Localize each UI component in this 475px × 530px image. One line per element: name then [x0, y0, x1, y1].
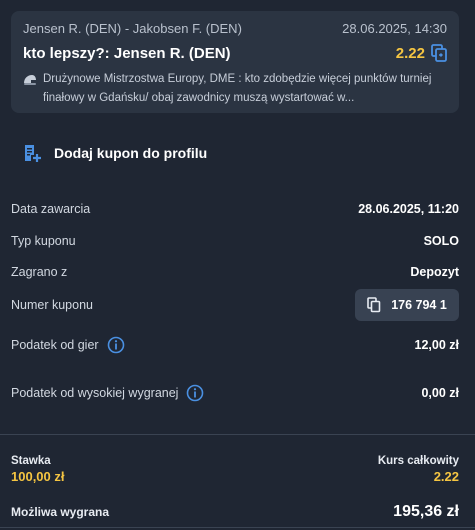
event-description: Drużynowe Mistrzostwa Europy, DME : kto …: [43, 73, 432, 104]
detail-row-date: Data zawarcia 28.06.2025, 11:20: [11, 202, 459, 216]
possible-win-row: Możliwa wygrana 195,36 zł: [11, 503, 459, 521]
type-label: Typ kuponu: [11, 234, 76, 248]
stake-group: Stawka 100,00 zł: [11, 455, 65, 484]
type-value: SOLO: [423, 234, 459, 248]
match-name: Jensen R. (DEN) - Jakobsen F. (DEN): [23, 21, 242, 36]
bet-selection-card: Jensen R. (DEN) - Jakobsen F. (DEN) 28.0…: [11, 11, 459, 113]
total-odds-group: Kurs całkowity 2.22: [378, 455, 459, 484]
detail-row-tax: Podatek od gier 12,00 zł: [11, 336, 459, 354]
played-from-label: Zagrano z: [11, 265, 68, 279]
high-win-tax-value: 0,00 zł: [421, 386, 459, 400]
high-win-tax-label-group: Podatek od wysokiej wygranej: [11, 384, 204, 402]
coupon-number-label: Numer kuponu: [11, 298, 93, 312]
copy-swap-icon[interactable]: [431, 44, 447, 62]
bet-selection-row: kto lepszy?: Jensen R. (DEN) 2.22: [23, 44, 447, 62]
info-icon[interactable]: [107, 336, 125, 354]
match-datetime: 28.06.2025, 14:30: [342, 21, 447, 36]
coupon-number-value: 176 794 1: [391, 298, 447, 312]
copy-coupon-number-button[interactable]: 176 794 1: [355, 289, 459, 321]
total-odds-value: 2.22: [433, 469, 459, 484]
add-to-list-icon: [25, 145, 41, 162]
tax-value: 12,00 zł: [414, 338, 459, 352]
bet-header-row: Jensen R. (DEN) - Jakobsen F. (DEN) 28.0…: [23, 21, 447, 36]
stake-value: 100,00 zł: [11, 469, 65, 484]
info-icon[interactable]: [186, 384, 204, 402]
event-description-row: Drużynowe Mistrzostwa Europy, DME : kto …: [23, 70, 447, 108]
tax-label: Podatek od gier: [11, 338, 99, 352]
detail-row-played-from: Zagrano z Depozyt: [11, 265, 459, 279]
high-win-tax-label: Podatek od wysokiej wygranej: [11, 386, 179, 400]
detail-row-coupon-number: Numer kuponu 176 794 1: [11, 289, 459, 321]
date-label: Data zawarcia: [11, 202, 91, 216]
detail-row-high-win-tax: Podatek od wysokiej wygranej 0,00 zł: [11, 384, 459, 402]
bet-odds: 2.22: [395, 44, 425, 62]
possible-win-label: Możliwa wygrana: [11, 505, 110, 519]
odds-group: 2.22: [396, 44, 447, 62]
add-coupon-label: Dodaj kupon do profilu: [54, 145, 208, 161]
bottom-divider: [0, 527, 475, 528]
copy-icon: [367, 297, 381, 313]
total-odds-label: Kurs całkowity: [377, 455, 459, 467]
date-value: 28.06.2025, 11:20: [358, 202, 459, 216]
speedway-helmet-icon: [24, 75, 36, 85]
tax-label-group: Podatek od gier: [11, 336, 125, 354]
possible-win-value: 195,36 zł: [393, 503, 459, 520]
detail-row-type: Typ kuponu SOLO: [11, 234, 459, 248]
played-from-value: Depozyt: [410, 265, 459, 279]
divider: [0, 434, 475, 435]
bet-selection: kto lepszy?: Jensen R. (DEN): [23, 44, 231, 62]
stake-label: Stawka: [11, 455, 51, 467]
add-coupon-to-profile-button[interactable]: Dodaj kupon do profilu: [22, 143, 207, 163]
